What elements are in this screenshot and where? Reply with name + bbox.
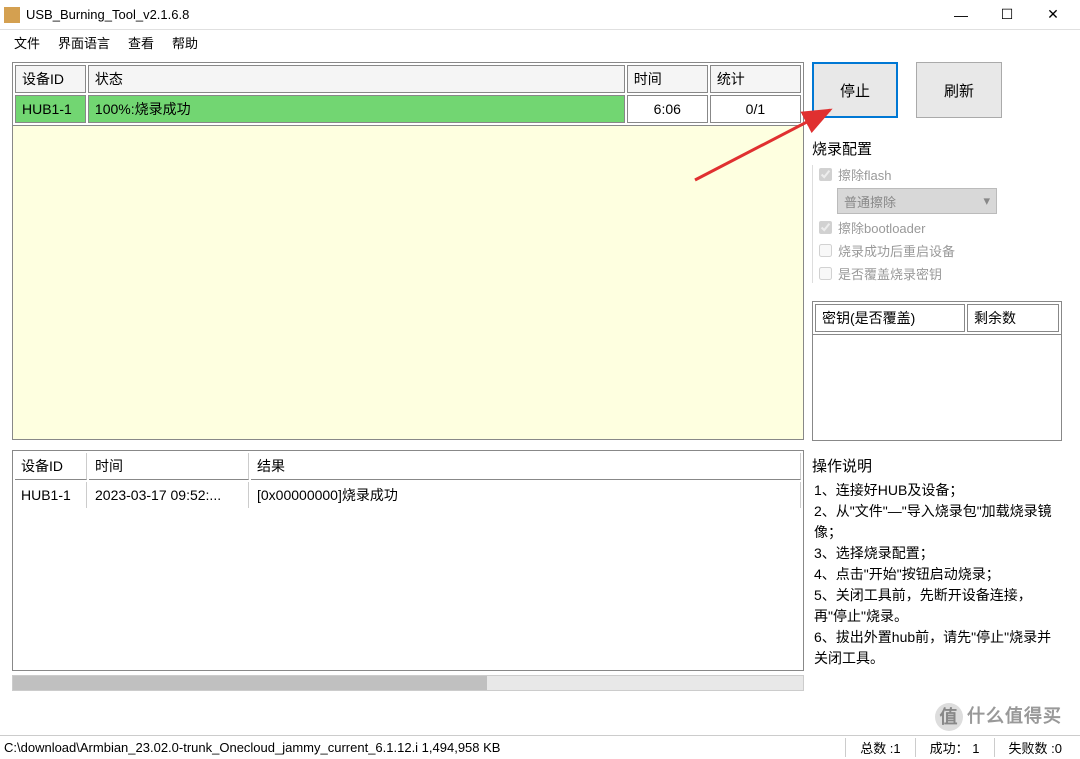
checkbox-overwrite-key[interactable]: 是否覆盖烧录密钥 [819, 264, 1062, 283]
log-cell-id: HUB1-1 [15, 482, 87, 508]
menu-file[interactable]: 文件 [8, 31, 46, 54]
erase-flash-checkbox[interactable] [819, 168, 832, 181]
status-file-path: C:\download\Armbian_23.02.0-trunk_Oneclo… [4, 740, 845, 755]
menu-help[interactable]: 帮助 [166, 31, 204, 54]
cell-status: 100%:烧录成功 [88, 95, 625, 123]
instructions: 操作说明 1、连接好HUB及设备； 2、从"文件"—"导入烧录包"加载烧录镜像；… [812, 455, 1062, 669]
minimize-button[interactable]: — [938, 0, 984, 30]
menu-language[interactable]: 界面语言 [52, 31, 116, 54]
checkbox-reboot-after[interactable]: 烧录成功后重启设备 [819, 241, 1062, 260]
instruction-item: 2、从"文件"—"导入烧录包"加载烧录镜像； [814, 501, 1062, 543]
device-table: 设备ID 状态 时间 统计 HUB1-1 100%:烧录成功 6:06 0/1 [12, 62, 804, 126]
cell-time: 6:06 [627, 95, 708, 123]
instruction-item: 3、选择烧录配置； [814, 543, 1062, 564]
checkbox-erase-bootloader[interactable]: 擦除bootloader [819, 218, 1062, 237]
erase-bootloader-checkbox[interactable] [819, 221, 832, 234]
menu-view[interactable]: 查看 [122, 31, 160, 54]
table-row[interactable]: HUB1-1 100%:烧录成功 6:06 0/1 [15, 95, 801, 123]
status-success: 成功： 1 [915, 738, 994, 757]
refresh-button[interactable]: 刷新 [916, 62, 1002, 118]
status-fail: 失败数 :0 [994, 738, 1076, 757]
erase-mode-select[interactable]: 普通擦除 ▾ [837, 188, 997, 214]
menubar: 文件 界面语言 查看 帮助 [0, 30, 1080, 54]
scrollbar-thumb[interactable] [13, 676, 487, 690]
cell-device-id: HUB1-1 [15, 95, 86, 123]
instruction-item: 4、点击"开始"按钮启动烧录； [814, 564, 1062, 585]
table-row[interactable]: HUB1-1 2023-03-17 09:52:... [0x00000000]… [15, 482, 801, 508]
instruction-item: 6、拔出外置hub前，请先"停止"烧录并关闭工具。 [814, 627, 1062, 669]
device-list-body [12, 126, 804, 440]
key-table: 密钥(是否覆盖) 剩余数 [812, 301, 1062, 335]
watermark-icon: 值 [935, 703, 963, 731]
burn-config: 烧录配置 擦除flash 普通擦除 ▾ 擦除bootloader 烧录成功后重启… [812, 138, 1062, 287]
config-title: 烧录配置 [812, 138, 1062, 159]
chevron-down-icon: ▾ [983, 193, 990, 209]
header-status: 状态 [88, 65, 625, 93]
app-icon [4, 7, 20, 23]
close-button[interactable]: ✕ [1030, 0, 1076, 30]
checkbox-erase-flash[interactable]: 擦除flash [819, 165, 1062, 184]
key-header-1: 密钥(是否覆盖) [815, 304, 965, 332]
watermark: 值什么值得买 [935, 702, 1062, 731]
instructions-title: 操作说明 [812, 455, 1062, 476]
statusbar: C:\download\Armbian_23.02.0-trunk_Oneclo… [0, 735, 1080, 759]
header-time: 时间 [627, 65, 708, 93]
header-device-id: 设备ID [15, 65, 86, 93]
log-cell-result: [0x00000000]烧录成功 [251, 482, 801, 508]
stop-button[interactable]: 停止 [812, 62, 898, 118]
log-header-result: 结果 [251, 453, 801, 480]
key-table-body [812, 335, 1062, 441]
log-header-time: 时间 [89, 453, 249, 480]
window-title: USB_Burning_Tool_v2.1.6.8 [26, 7, 938, 22]
key-header-2: 剩余数 [967, 304, 1059, 332]
log-scrollbar[interactable] [12, 675, 804, 691]
instruction-item: 1、连接好HUB及设备； [814, 480, 1062, 501]
maximize-button[interactable]: ☐ [984, 0, 1030, 30]
log-table: 设备ID 时间 结果 HUB1-1 2023-03-17 09:52:... [… [12, 450, 804, 671]
titlebar: USB_Burning_Tool_v2.1.6.8 — ☐ ✕ [0, 0, 1080, 30]
overwrite-key-checkbox[interactable] [819, 267, 832, 280]
log-cell-time: 2023-03-17 09:52:... [89, 482, 249, 508]
cell-stat: 0/1 [710, 95, 801, 123]
header-stat: 统计 [710, 65, 801, 93]
log-header-id: 设备ID [15, 453, 87, 480]
reboot-after-checkbox[interactable] [819, 244, 832, 257]
instruction-item: 5、关闭工具前，先断开设备连接，再"停止"烧录。 [814, 585, 1062, 627]
status-total: 总数 :1 [845, 738, 914, 757]
